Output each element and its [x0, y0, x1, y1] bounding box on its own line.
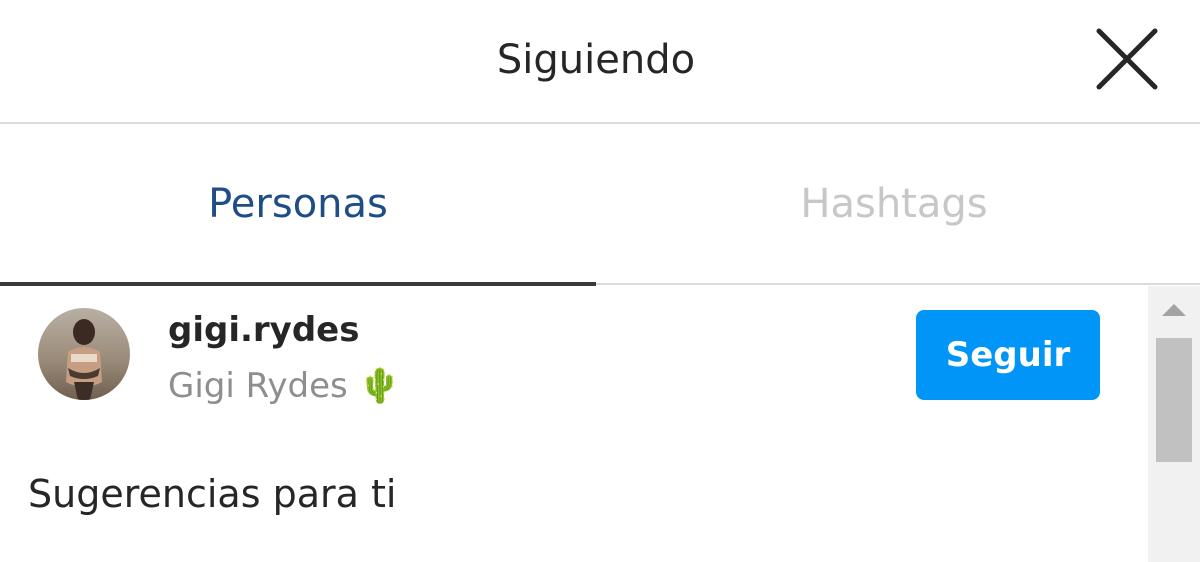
- avatar-image: [38, 308, 130, 400]
- following-full-name: Gigi Rydes 🌵: [168, 366, 401, 406]
- tab-divider: [596, 283, 1200, 285]
- close-icon: [1096, 28, 1158, 90]
- close-button[interactable]: [1090, 24, 1164, 94]
- following-dialog: Siguiendo Personas Hashtags gigi.rydes G…: [0, 0, 1200, 562]
- scrollbar[interactable]: [1148, 286, 1200, 562]
- following-username[interactable]: gigi.rydes: [168, 308, 359, 352]
- avatar[interactable]: [38, 308, 130, 400]
- suggestions-heading: Sugerencias para ti: [28, 472, 397, 516]
- tab-bar: Personas Hashtags: [0, 124, 1200, 284]
- dialog-header: Siguiendo: [0, 0, 1200, 124]
- following-list: gigi.rydes Gigi Rydes 🌵 Seguir Sugerenci…: [0, 286, 1148, 562]
- scroll-up-icon: [1162, 304, 1186, 316]
- scroll-up-button[interactable]: [1148, 286, 1200, 330]
- scroll-thumb[interactable]: [1156, 338, 1192, 462]
- tab-hashtags[interactable]: Hashtags: [596, 124, 1192, 284]
- tab-personas[interactable]: Personas: [0, 124, 596, 284]
- dialog-title: Siguiendo: [496, 37, 696, 83]
- follow-button[interactable]: Seguir: [916, 310, 1100, 400]
